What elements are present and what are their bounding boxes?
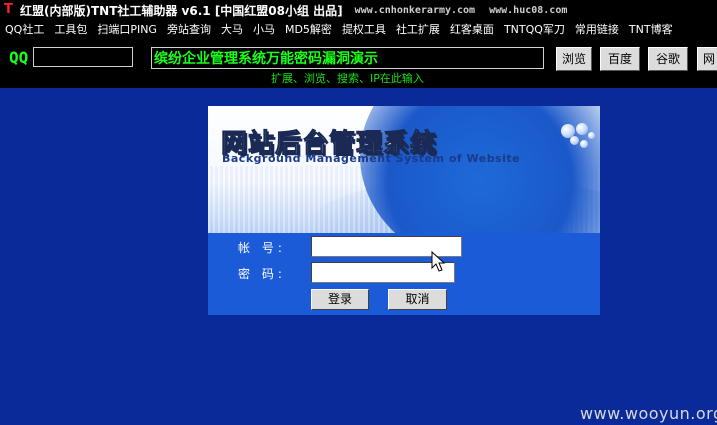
password-label: 密 码:	[238, 267, 286, 281]
web-button[interactable]: 网	[697, 47, 717, 71]
menu-item-side-site[interactable]: 旁站查询	[162, 20, 216, 40]
menu-item-qq-social[interactable]: QQ社工	[0, 20, 49, 40]
menu-item-qq-knife[interactable]: TNTQQ军刀	[499, 20, 570, 40]
browse-button[interactable]: 浏览	[556, 47, 592, 71]
bubble-icon	[588, 132, 595, 139]
username-label: 帐 号:	[238, 241, 286, 255]
menu-item-big-horse[interactable]: 大马	[216, 20, 248, 40]
menu-item-small-horse[interactable]: 小马	[248, 20, 280, 40]
qq-label: QQ	[9, 48, 29, 67]
title-url-1: www.cnhonkerarmy.com	[354, 4, 476, 16]
bubble-icon	[576, 123, 588, 135]
qq-input[interactable]	[33, 47, 133, 67]
menu-item-blog[interactable]: TNT博客	[624, 20, 678, 40]
menu-bar: QQ社工 工具包 扫端口PING 旁站查询 大马 小马 MD5解密 提权工具 社…	[0, 20, 717, 40]
google-button[interactable]: 谷歌	[648, 47, 688, 71]
input-hint: 扩展、浏览、搜索、IP在此输入	[271, 72, 424, 85]
window-title: 红盟(内部版)TNT社工辅助器 v6.1 [中国红盟08小组 出品]	[20, 3, 343, 18]
login-banner: 网站后台管理系统 Background Management System of…	[208, 106, 600, 233]
menu-item-privilege[interactable]: 提权工具	[337, 20, 391, 40]
url-input[interactable]	[151, 47, 544, 69]
login-button[interactable]: 登录	[311, 289, 369, 310]
menu-item-links[interactable]: 常用链接	[570, 20, 624, 40]
banner-subtitle: Background Management System of Website	[222, 152, 521, 165]
app-icon: T	[4, 2, 13, 17]
title-url-2: www.huc08.com	[489, 4, 568, 16]
menu-item-toolkit[interactable]: 工具包	[49, 20, 92, 40]
login-panel: 网站后台管理系统 Background Management System of…	[208, 106, 600, 315]
watermark: www.wooyun.org	[580, 404, 717, 423]
baidu-button[interactable]: 百度	[600, 47, 640, 71]
cancel-button[interactable]: 取消	[388, 289, 447, 310]
menu-item-port-scan[interactable]: 扫端口PING	[92, 20, 162, 40]
bubble-icon	[580, 140, 588, 148]
title-bar: T 红盟(内部版)TNT社工辅助器 v6.1 [中国红盟08小组 出品] www…	[0, 0, 717, 20]
mouse-cursor-icon	[431, 251, 446, 272]
bubble-icon	[570, 136, 579, 145]
menu-item-md5[interactable]: MD5解密	[280, 20, 337, 40]
menu-item-social-ext[interactable]: 社工扩展	[391, 20, 445, 40]
menu-item-desktop[interactable]: 红客桌面	[445, 20, 499, 40]
